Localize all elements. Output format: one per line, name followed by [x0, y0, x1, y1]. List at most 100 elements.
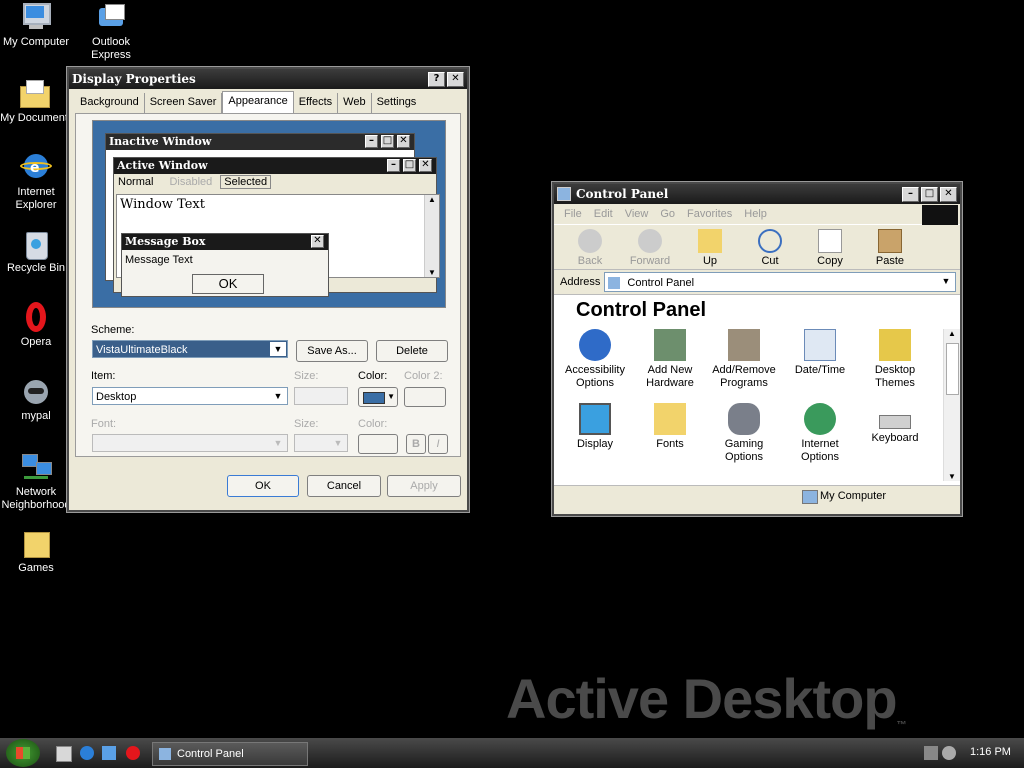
color2-picker-button[interactable]: [404, 387, 446, 407]
close-button[interactable]: ✕: [447, 71, 464, 87]
address-bar: Address Control Panel ▼: [554, 270, 960, 295]
scheme-label: Scheme:: [91, 324, 135, 336]
cp-item-internet-options[interactable]: Internet Options: [783, 403, 857, 464]
desktop-icon-network-neighborhood[interactable]: Network Neighborhood: [0, 452, 74, 512]
tab-screen-saver[interactable]: Screen Saver: [145, 93, 223, 113]
cp-item-fonts[interactable]: Fonts: [633, 403, 707, 451]
cp-item-keyboard[interactable]: Keyboard: [858, 403, 932, 445]
display-properties-window[interactable]: Display Properties ? ✕ Background Screen…: [67, 67, 469, 512]
address-input[interactable]: Control Panel ▼: [604, 272, 956, 292]
control-panel-window[interactable]: Control Panel – □ ✕ File Edit View Go Fa…: [552, 182, 962, 516]
quick-launch-opera-icon[interactable]: [126, 746, 140, 760]
font-color-label: Color:: [358, 418, 388, 430]
back-button[interactable]: Back: [560, 229, 620, 269]
cp-item-desktop-themes[interactable]: Desktop Themes: [858, 329, 932, 390]
tray-network-icon[interactable]: [924, 746, 938, 760]
cp-item-add-remove-programs[interactable]: Add/Remove Programs: [707, 329, 781, 390]
item-label: Item:: [91, 370, 116, 382]
control-panel-icon: [608, 277, 621, 290]
save-as-button[interactable]: Save As...: [296, 340, 368, 362]
menu-edit[interactable]: Edit: [594, 208, 613, 220]
chevron-down-icon: ▼: [273, 391, 283, 401]
control-panel-icon: [159, 748, 171, 761]
menu-go[interactable]: Go: [660, 208, 675, 220]
chevron-down-icon: ▼: [273, 438, 283, 448]
color2-label: Color 2:: [404, 370, 443, 382]
desktop-icon-games[interactable]: Games: [0, 528, 74, 575]
cp-item-label: Add/Remove Programs: [712, 364, 776, 389]
desktop-icon-mypal[interactable]: mypal: [0, 376, 74, 423]
vertical-scrollbar[interactable]: ▲ ▼: [943, 329, 960, 481]
delete-button[interactable]: Delete: [376, 340, 448, 362]
windows-logo-icon: [16, 747, 30, 759]
desktop-icon-outlook-express[interactable]: Outlook Express: [73, 2, 149, 62]
color-picker-button[interactable]: ▼: [358, 387, 398, 407]
cp-item-add-new-hardware[interactable]: Add New Hardware: [633, 329, 707, 390]
scrollbar-thumb[interactable]: [946, 343, 959, 395]
cancel-button[interactable]: Cancel: [307, 475, 381, 497]
item-select[interactable]: Desktop ▼: [92, 387, 288, 405]
cp-item-date-time[interactable]: Date/Time: [783, 329, 857, 377]
menu-favorites[interactable]: Favorites: [687, 208, 732, 220]
tray-volume-icon[interactable]: [942, 746, 956, 760]
font-size-label: Size:: [294, 418, 319, 430]
desktop-icon-my-computer[interactable]: My Computer: [0, 2, 74, 49]
close-button[interactable]: ✕: [940, 186, 957, 202]
up-button[interactable]: Up: [680, 229, 740, 269]
tab-background[interactable]: Background: [75, 93, 145, 113]
font-color-button[interactable]: [358, 434, 398, 454]
window-title: Control Panel: [576, 187, 669, 201]
start-button[interactable]: [6, 739, 40, 767]
bold-button[interactable]: B: [406, 434, 426, 454]
menu-help[interactable]: Help: [744, 208, 767, 220]
task-label: Control Panel: [177, 748, 244, 760]
copy-button[interactable]: Copy: [800, 229, 860, 269]
italic-button[interactable]: I: [428, 434, 448, 454]
cp-item-gaming-options[interactable]: Gaming Options: [707, 403, 781, 464]
message-box-text: Message Text: [125, 254, 193, 266]
copy-icon: [818, 229, 842, 253]
size-spinner[interactable]: [294, 387, 348, 405]
menu-file[interactable]: File: [564, 208, 582, 220]
paste-label: Paste: [875, 255, 905, 267]
scheme-select[interactable]: VistaUltimateBlack ▼: [92, 340, 288, 358]
maximize-icon: □: [403, 159, 416, 172]
address-label: Address: [560, 276, 601, 288]
up-folder-icon: [698, 229, 722, 253]
active-desktop-watermark: Active Desktop™: [506, 666, 907, 731]
font-size-select[interactable]: ▼: [294, 434, 348, 452]
cp-item-display[interactable]: Display: [558, 403, 632, 451]
desktop-icon-opera[interactable]: Opera: [0, 302, 74, 349]
close-icon: ✕: [397, 135, 410, 148]
tab-effects[interactable]: Effects: [294, 93, 339, 113]
ok-button[interactable]: OK: [227, 475, 299, 497]
help-button[interactable]: ?: [428, 71, 445, 87]
menu-bar: File Edit View Go Favorites Help: [554, 204, 960, 225]
quick-launch-ie-icon[interactable]: [80, 746, 94, 760]
desktop-icon-internet-explorer[interactable]: e Internet Explorer: [0, 152, 74, 212]
maximize-button[interactable]: □: [921, 186, 938, 202]
desktop-icon-recycle-bin[interactable]: Recycle Bin: [0, 228, 74, 275]
title-bar[interactable]: Display Properties ? ✕: [69, 69, 467, 89]
clock[interactable]: 1:16 PM: [970, 746, 1011, 758]
font-select[interactable]: ▼: [92, 434, 288, 452]
cp-item-accessibility-options[interactable]: Accessibility Options: [558, 329, 632, 390]
minimize-button[interactable]: –: [902, 186, 919, 202]
cut-button[interactable]: Cut: [740, 229, 800, 269]
tab-appearance[interactable]: Appearance: [222, 91, 294, 113]
opera-icon: [20, 302, 52, 334]
quick-launch-notepad-icon[interactable]: [56, 746, 72, 762]
desktop-icon-label: Network Neighborhood: [1, 486, 71, 511]
title-bar[interactable]: Control Panel – □ ✕: [554, 184, 960, 204]
paste-button[interactable]: Paste: [860, 229, 920, 269]
forward-button[interactable]: Forward: [620, 229, 680, 269]
tab-web[interactable]: Web: [338, 93, 372, 113]
fonts-icon: [654, 403, 686, 435]
apply-button[interactable]: Apply: [387, 475, 461, 497]
color-label: Color:: [358, 370, 388, 382]
quick-launch-outlook-icon[interactable]: [102, 746, 116, 760]
taskbar-task-control-panel[interactable]: Control Panel: [152, 742, 308, 766]
desktop-icon-my-document[interactable]: My Document: [0, 78, 72, 125]
tab-settings[interactable]: Settings: [372, 93, 422, 113]
menu-view[interactable]: View: [625, 208, 649, 220]
